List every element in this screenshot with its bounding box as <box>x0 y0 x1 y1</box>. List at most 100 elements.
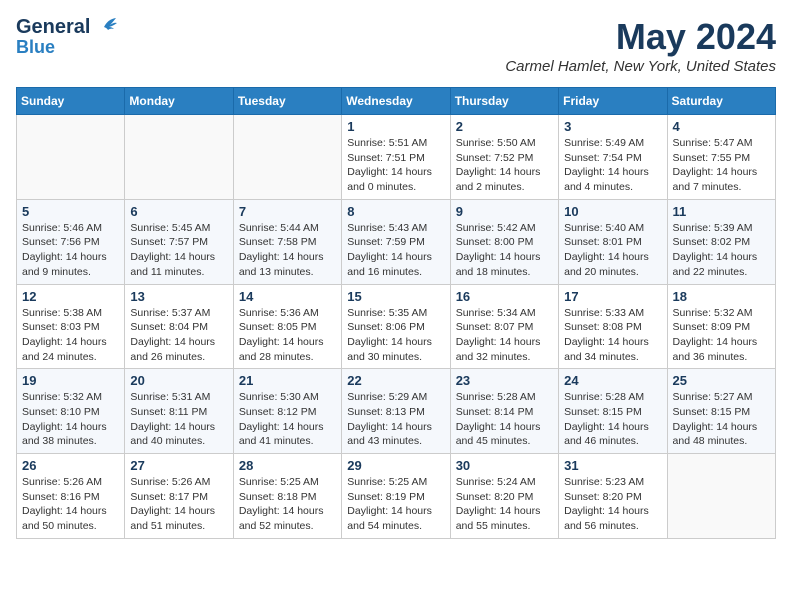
calendar-cell: 31 Sunrise: 5:23 AM Sunset: 8:20 PM Dayli… <box>559 454 667 539</box>
calendar-cell <box>17 115 125 200</box>
col-header-wednesday: Wednesday <box>342 88 450 115</box>
day-info: Sunrise: 5:35 AM Sunset: 8:06 PM Dayligh… <box>347 306 444 365</box>
day-number: 23 <box>456 373 553 388</box>
day-info: Sunrise: 5:49 AM Sunset: 7:54 PM Dayligh… <box>564 136 661 195</box>
calendar-cell: 8Sunrise: 5:43 AM Sunset: 7:59 PM Daylig… <box>342 199 450 284</box>
calendar-cell: 24 Sunrise: 5:28 AM Sunset: 8:15 PM Dayli… <box>559 369 667 454</box>
day-number: 22 <box>347 373 444 388</box>
calendar-cell <box>233 115 341 200</box>
page-header: General Blue May 2024 Carmel Hamlet, New… <box>16 16 776 75</box>
calendar-cell: 9 Sunrise: 5:42 AM Sunset: 8:00 PM Daylig… <box>450 199 558 284</box>
day-info: Sunrise: 5:47 AM Sunset: 7:55 PM Dayligh… <box>673 136 770 195</box>
day-number: 14 <box>239 289 336 304</box>
day-info: Sunrise: 5:26 AM Sunset: 8:16 PM Dayligh… <box>22 475 119 534</box>
day-info: Sunrise: 5:23 AM Sunset: 8:20 PM Dayligh… <box>564 475 661 534</box>
day-info: Sunrise: 5:44 AM Sunset: 7:58 PM Dayligh… <box>239 221 336 280</box>
day-number: 29 <box>347 458 444 473</box>
day-info: Sunrise: 5:50 AM Sunset: 7:52 PM Dayligh… <box>456 136 553 195</box>
logo-blue: Blue <box>16 38 55 58</box>
logo-bird-icon <box>90 17 118 37</box>
day-info: Sunrise: 5:32 AM Sunset: 8:10 PM Dayligh… <box>22 390 119 449</box>
day-info: Sunrise: 5:51 AM Sunset: 7:51 PM Dayligh… <box>347 136 444 195</box>
calendar-cell: 28 Sunrise: 5:25 AM Sunset: 8:18 PM Dayli… <box>233 454 341 539</box>
day-number: 27 <box>130 458 227 473</box>
day-number: 2 <box>456 119 553 134</box>
calendar-week-row: 5 Sunrise: 5:46 AM Sunset: 7:56 PM Daylig… <box>17 199 776 284</box>
calendar-cell: 14 Sunrise: 5:36 AM Sunset: 8:05 PM Dayli… <box>233 284 341 369</box>
day-number: 12 <box>22 289 119 304</box>
day-info: Sunrise: 5:28 AM Sunset: 8:14 PM Dayligh… <box>456 390 553 449</box>
calendar-cell: 3Sunrise: 5:49 AM Sunset: 7:54 PM Daylig… <box>559 115 667 200</box>
day-info: Sunrise: 5:46 AM Sunset: 7:56 PM Dayligh… <box>22 221 119 280</box>
day-number: 1 <box>347 119 444 134</box>
day-number: 7 <box>239 204 336 219</box>
day-number: 16 <box>456 289 553 304</box>
day-number: 8 <box>347 204 444 219</box>
day-number: 31 <box>564 458 661 473</box>
calendar-cell: 17 Sunrise: 5:33 AM Sunset: 8:08 PM Dayli… <box>559 284 667 369</box>
day-info: Sunrise: 5:34 AM Sunset: 8:07 PM Dayligh… <box>456 306 553 365</box>
col-header-monday: Monday <box>125 88 233 115</box>
day-number: 30 <box>456 458 553 473</box>
calendar-week-row: 1 Sunrise: 5:51 AM Sunset: 7:51 PM Daylig… <box>17 115 776 200</box>
col-header-thursday: Thursday <box>450 88 558 115</box>
calendar-cell: 15 Sunrise: 5:35 AM Sunset: 8:06 PM Dayli… <box>342 284 450 369</box>
calendar-cell: 21 Sunrise: 5:30 AM Sunset: 8:12 PM Dayli… <box>233 369 341 454</box>
day-number: 9 <box>456 204 553 219</box>
day-info: Sunrise: 5:25 AM Sunset: 8:18 PM Dayligh… <box>239 475 336 534</box>
month-year-title: May 2024 <box>505 16 776 58</box>
day-info: Sunrise: 5:40 AM Sunset: 8:01 PM Dayligh… <box>564 221 661 280</box>
day-number: 4 <box>673 119 770 134</box>
title-area: May 2024 Carmel Hamlet, New York, United… <box>505 16 776 75</box>
day-info: Sunrise: 5:26 AM Sunset: 8:17 PM Dayligh… <box>130 475 227 534</box>
calendar-cell: 26Sunrise: 5:26 AM Sunset: 8:16 PM Dayli… <box>17 454 125 539</box>
day-info: Sunrise: 5:24 AM Sunset: 8:20 PM Dayligh… <box>456 475 553 534</box>
day-number: 24 <box>564 373 661 388</box>
day-info: Sunrise: 5:37 AM Sunset: 8:04 PM Dayligh… <box>130 306 227 365</box>
calendar-cell <box>125 115 233 200</box>
calendar-cell: 10 Sunrise: 5:40 AM Sunset: 8:01 PM Dayli… <box>559 199 667 284</box>
day-info: Sunrise: 5:38 AM Sunset: 8:03 PM Dayligh… <box>22 306 119 365</box>
day-info: Sunrise: 5:28 AM Sunset: 8:15 PM Dayligh… <box>564 390 661 449</box>
day-number: 15 <box>347 289 444 304</box>
day-info: Sunrise: 5:39 AM Sunset: 8:02 PM Dayligh… <box>673 221 770 280</box>
day-number: 13 <box>130 289 227 304</box>
calendar-cell: 1 Sunrise: 5:51 AM Sunset: 7:51 PM Daylig… <box>342 115 450 200</box>
col-header-sunday: Sunday <box>17 88 125 115</box>
calendar-cell: 6Sunrise: 5:45 AM Sunset: 7:57 PM Daylig… <box>125 199 233 284</box>
calendar-header-row: SundayMondayTuesdayWednesdayThursdayFrid… <box>17 88 776 115</box>
calendar-cell: 5 Sunrise: 5:46 AM Sunset: 7:56 PM Daylig… <box>17 199 125 284</box>
day-number: 17 <box>564 289 661 304</box>
day-info: Sunrise: 5:30 AM Sunset: 8:12 PM Dayligh… <box>239 390 336 449</box>
day-number: 20 <box>130 373 227 388</box>
day-number: 25 <box>673 373 770 388</box>
day-number: 19 <box>22 373 119 388</box>
logo-general: General <box>16 16 90 38</box>
calendar-cell: 2 Sunrise: 5:50 AM Sunset: 7:52 PM Daylig… <box>450 115 558 200</box>
calendar-cell: 25Sunrise: 5:27 AM Sunset: 8:15 PM Dayli… <box>667 369 775 454</box>
day-info: Sunrise: 5:42 AM Sunset: 8:00 PM Dayligh… <box>456 221 553 280</box>
day-info: Sunrise: 5:25 AM Sunset: 8:19 PM Dayligh… <box>347 475 444 534</box>
calendar-cell <box>667 454 775 539</box>
day-number: 28 <box>239 458 336 473</box>
day-number: 21 <box>239 373 336 388</box>
calendar-cell: 23 Sunrise: 5:28 AM Sunset: 8:14 PM Dayli… <box>450 369 558 454</box>
col-header-tuesday: Tuesday <box>233 88 341 115</box>
calendar-table: SundayMondayTuesdayWednesdayThursdayFrid… <box>16 87 776 539</box>
col-header-friday: Friday <box>559 88 667 115</box>
day-number: 5 <box>22 204 119 219</box>
day-number: 10 <box>564 204 661 219</box>
calendar-cell: 19 Sunrise: 5:32 AM Sunset: 8:10 PM Dayli… <box>17 369 125 454</box>
day-info: Sunrise: 5:31 AM Sunset: 8:11 PM Dayligh… <box>130 390 227 449</box>
calendar-cell: 16 Sunrise: 5:34 AM Sunset: 8:07 PM Dayli… <box>450 284 558 369</box>
day-info: Sunrise: 5:45 AM Sunset: 7:57 PM Dayligh… <box>130 221 227 280</box>
calendar-cell: 11Sunrise: 5:39 AM Sunset: 8:02 PM Dayli… <box>667 199 775 284</box>
location-subtitle: Carmel Hamlet, New York, United States <box>505 58 776 75</box>
day-info: Sunrise: 5:33 AM Sunset: 8:08 PM Dayligh… <box>564 306 661 365</box>
day-info: Sunrise: 5:36 AM Sunset: 8:05 PM Dayligh… <box>239 306 336 365</box>
calendar-cell: 13 Sunrise: 5:37 AM Sunset: 8:04 PM Dayli… <box>125 284 233 369</box>
day-info: Sunrise: 5:29 AM Sunset: 8:13 PM Dayligh… <box>347 390 444 449</box>
calendar-cell: 18Sunrise: 5:32 AM Sunset: 8:09 PM Dayli… <box>667 284 775 369</box>
logo: General Blue <box>16 16 118 58</box>
col-header-saturday: Saturday <box>667 88 775 115</box>
